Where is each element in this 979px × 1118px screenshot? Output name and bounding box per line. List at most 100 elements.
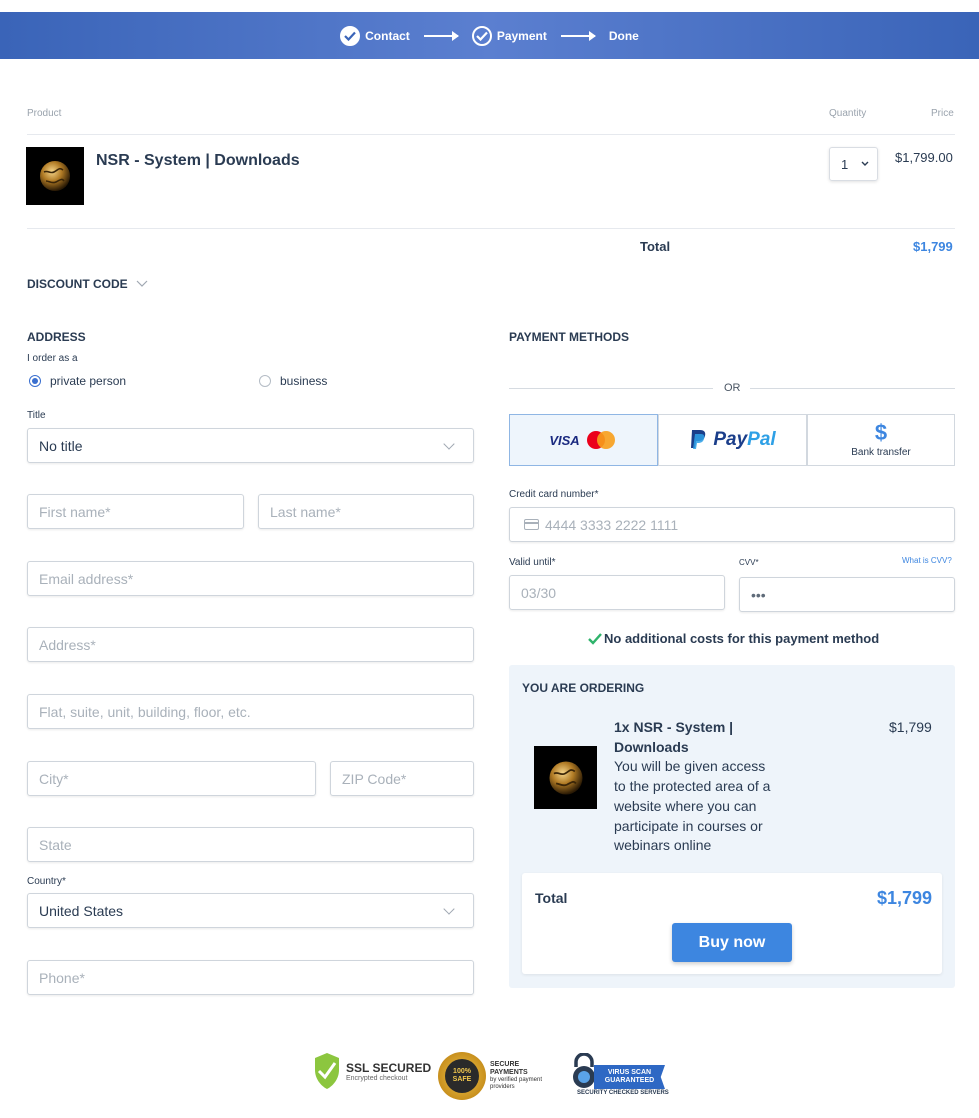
radio-business[interactable]: business (259, 374, 327, 388)
what-is-cvv-link[interactable]: What is CVV? (902, 556, 952, 565)
step-done: Done (609, 29, 639, 43)
summary-item-description: You will be given access to the protecte… (614, 758, 771, 854)
phone-input[interactable]: Phone* (27, 960, 474, 995)
cc-number-input[interactable]: 4444 3333 2222 1111 (509, 507, 955, 542)
title-select[interactable]: No title (27, 428, 474, 463)
summary-total-value: $1,799 (877, 888, 933, 908)
payment-method-paypal[interactable]: PayPal (658, 414, 807, 466)
country-select[interactable]: United States (27, 893, 474, 928)
quantity-select[interactable]: 1 (829, 147, 878, 181)
virus-scan-subtitle: SECURITY CHECKED SERVERS (577, 1090, 669, 1096)
discount-code-toggle[interactable]: DISCOUNT CODE (27, 277, 148, 291)
shield-check-icon (315, 1053, 339, 1089)
radio-unselected-icon (259, 375, 271, 387)
no-costs-notice: No additional costs for this payment met… (588, 631, 879, 646)
column-quantity: Quantity (829, 108, 867, 119)
flat-placeholder: Flat, suite, unit, building, floor, etc. (39, 703, 251, 720)
address-input[interactable]: Address* (27, 627, 474, 662)
address-heading: ADDRESS (27, 330, 86, 344)
secure-payments-title: SECURE PAYMENTS (490, 1061, 528, 1076)
flat-input[interactable]: Flat, suite, unit, building, floor, etc. (27, 694, 474, 729)
product-price: $1,799.00 (895, 150, 953, 165)
cc-number-placeholder: 4444 3333 2222 1111 (545, 516, 679, 533)
summary-total-label: Total (535, 890, 568, 906)
arrow-right-icon (423, 30, 459, 41)
seal-text: 100% SAFE (445, 1059, 479, 1093)
city-input[interactable]: City* (27, 761, 316, 796)
country-label: Country* (27, 876, 66, 887)
secure-payments-badge: 100% SAFE SECURE PAYMENTS by verified pa… (438, 1052, 546, 1100)
cvv-placeholder: ••• (751, 586, 766, 603)
discount-code-label: DISCOUNT CODE (27, 277, 128, 291)
column-product: Product (27, 108, 62, 119)
radio-business-label: business (280, 374, 328, 388)
paypal-logo-pal: Pal (747, 429, 776, 450)
radio-private-label: private person (50, 374, 127, 388)
product-name: NSR - System | Downloads (96, 152, 300, 169)
radio-private-person[interactable]: private person (29, 374, 126, 388)
step-payment-label: Payment (496, 28, 547, 43)
seal-icon: 100% SAFE (438, 1052, 486, 1100)
ssl-subtitle: Encrypted checkout (346, 1074, 408, 1082)
payment-method-card[interactable]: VISA (509, 414, 658, 466)
title-value: No title (39, 437, 83, 454)
step-contact: Contact (340, 25, 410, 46)
or-separator: OR (724, 382, 741, 394)
ssl-secured-badge: SSL SECURED Encrypted checkout (312, 1051, 431, 1091)
globe-icon (549, 761, 582, 794)
ssl-title: SSL SECURED (346, 1060, 432, 1075)
summary-product-image (534, 746, 597, 809)
valid-until-placeholder: 03/30 (521, 584, 557, 601)
check-icon (471, 25, 492, 46)
step-done-label: Done (608, 28, 639, 43)
column-price: Price (931, 108, 954, 119)
summary-item-price: $1,799 (889, 719, 932, 735)
city-placeholder: City* (39, 770, 69, 787)
payment-heading: PAYMENT METHODS (509, 330, 630, 344)
cvv-label: CVV* (739, 558, 759, 567)
valid-until-input[interactable]: 03/30 (509, 575, 725, 610)
summary-heading: YOU ARE ORDERING (522, 681, 645, 695)
email-input[interactable]: Email address* (27, 561, 474, 596)
divider (27, 134, 955, 135)
country-value: United States (39, 902, 124, 919)
divider (750, 388, 955, 389)
globe-icon (40, 161, 70, 191)
buy-now-button[interactable]: Buy now (672, 923, 792, 962)
payment-method-bank[interactable]: $ Bank transfer (807, 414, 955, 466)
chevron-down-icon (861, 161, 869, 166)
dollar-icon: $ (874, 420, 888, 445)
zip-input[interactable]: ZIP Code* (330, 761, 474, 796)
product-image (26, 147, 84, 205)
title-label: Title (27, 410, 46, 421)
visa-logo: VISA (549, 432, 580, 448)
radio-selected-icon (29, 375, 41, 387)
first-name-input[interactable]: First name* (27, 494, 244, 529)
secure-payments-subtitle: by verified payment providers (490, 1077, 543, 1090)
state-input[interactable]: State (27, 827, 474, 862)
chevron-down-icon (136, 280, 148, 287)
cc-number-label: Credit card number* (509, 489, 599, 500)
divider (509, 388, 713, 389)
order-as-label: I order as a (27, 353, 78, 364)
step-contact-label: Contact (365, 28, 410, 43)
last-name-placeholder: Last name* (270, 503, 341, 520)
email-placeholder: Email address* (39, 570, 134, 587)
phone-placeholder: Phone* (39, 969, 85, 986)
zip-placeholder: ZIP Code* (342, 770, 407, 787)
chevron-down-icon (443, 903, 455, 915)
virus-scan-title: VIRUS SCAN GUARANTEED (594, 1065, 665, 1089)
chevron-down-icon (443, 438, 455, 450)
valid-until-label: Valid until* (509, 557, 556, 568)
mastercard-icon (586, 431, 615, 449)
total-label: Total (640, 239, 671, 254)
check-icon (340, 25, 361, 46)
arrow-right-icon (560, 30, 596, 41)
first-name-placeholder: First name* (39, 503, 111, 520)
summary-item: 1x NSR - System | Downloads You will be … (614, 718, 776, 856)
bank-transfer-label: Bank transfer (851, 447, 911, 458)
paypal-icon (691, 430, 706, 449)
step-payment: Payment (471, 25, 547, 46)
cvv-input[interactable]: ••• (739, 577, 955, 612)
last-name-input[interactable]: Last name* (258, 494, 474, 529)
